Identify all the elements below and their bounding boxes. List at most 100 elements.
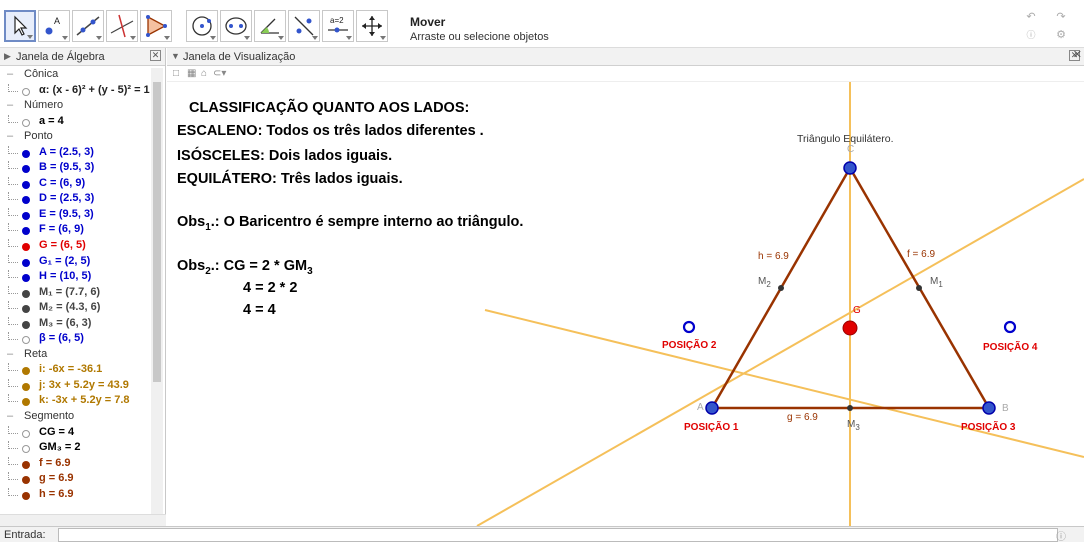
visibility-toggle-icon[interactable] xyxy=(22,258,30,267)
visibility-toggle-icon[interactable] xyxy=(22,196,30,205)
algebra-object-row[interactable]: G = (6, 5) xyxy=(0,239,150,255)
angle-tool-button[interactable] xyxy=(254,10,286,42)
heading-text[interactable]: CLASSIFICAÇÃO QUANTO AOS LADOS: xyxy=(189,100,469,116)
position-2-marker[interactable] xyxy=(682,320,696,334)
visibility-toggle-icon[interactable] xyxy=(22,476,30,485)
algebra-category[interactable]: Número xyxy=(0,99,150,115)
visibility-toggle-icon[interactable] xyxy=(22,289,30,298)
visibility-toggle-icon[interactable] xyxy=(22,227,30,236)
point-m2[interactable] xyxy=(778,285,784,291)
obs2-text[interactable]: Obs2.: CG = 2 * GM3 xyxy=(177,258,313,277)
home-icon[interactable]: ⌂ xyxy=(201,68,207,79)
visibility-toggle-icon[interactable] xyxy=(22,87,30,96)
visibility-toggle-icon[interactable] xyxy=(22,243,30,252)
equation-line-3[interactable]: 4 = 4 xyxy=(243,302,276,318)
redo-icon[interactable]: ↷ xyxy=(1052,8,1070,24)
visibility-toggle-icon[interactable] xyxy=(22,274,30,283)
algebra-object-row[interactable]: B = (9.5, 3) xyxy=(0,161,150,177)
grid-toggle-icon[interactable]: ▦ xyxy=(187,68,196,79)
algebra-object-row[interactable]: CG = 4 xyxy=(0,425,150,442)
help-icon[interactable]: ⓘ xyxy=(1022,26,1040,42)
scrollbar-thumb[interactable] xyxy=(153,82,161,382)
algebra-object-row[interactable]: i: -6x = -36.1 xyxy=(0,363,150,379)
obs1-text[interactable]: Obs1.: O Baricentro é sempre interno ao … xyxy=(177,214,523,233)
graphics-canvas[interactable] xyxy=(167,48,1084,526)
move-graphics-view-tool-button[interactable] xyxy=(356,10,388,42)
triangle-caption[interactable]: Triângulo Equilátero. xyxy=(797,133,894,145)
algebra-object-row[interactable]: A = (2.5, 3) xyxy=(0,145,150,162)
line-tool-button[interactable] xyxy=(72,10,104,42)
gear-icon[interactable]: ⚙ xyxy=(1052,26,1070,42)
polygon-tool-button[interactable] xyxy=(140,10,172,42)
algebra-object-row[interactable]: f = 6.9 xyxy=(0,456,150,473)
visibility-toggle-icon[interactable] xyxy=(22,445,30,454)
visibility-toggle-icon[interactable] xyxy=(22,305,30,314)
point-m3[interactable] xyxy=(847,405,853,411)
algebra-vertical-scrollbar[interactable] xyxy=(151,68,163,514)
algebra-object-row[interactable]: j: 3x + 5.2y = 43.9 xyxy=(0,378,150,395)
algebra-object-row[interactable]: α: (x - 6)² + (y - 5)² = 1 xyxy=(0,83,150,100)
line-k[interactable] xyxy=(484,309,1084,458)
point-c[interactable] xyxy=(843,161,857,175)
algebra-object-row[interactable]: D = (2.5, 3) xyxy=(0,192,150,208)
visibility-toggle-icon[interactable] xyxy=(22,429,30,438)
algebra-object-row[interactable]: g = 6.9 xyxy=(0,472,150,488)
collapse-arrow-icon[interactable]: ▼ xyxy=(171,51,180,61)
visibility-toggle-icon[interactable] xyxy=(22,149,30,158)
algebra-object-row[interactable]: H = (10, 5) xyxy=(0,270,150,286)
algebra-object-row[interactable]: β = (6, 5) xyxy=(0,332,150,348)
visibility-toggle-icon[interactable] xyxy=(22,336,30,345)
reflect-tool-button[interactable] xyxy=(288,10,320,42)
position-2-label[interactable]: POSIÇÃO 2 xyxy=(662,340,716,351)
visibility-toggle-icon[interactable] xyxy=(22,491,30,500)
point-m1[interactable] xyxy=(916,285,922,291)
visibility-toggle-icon[interactable] xyxy=(22,382,30,391)
slider-tool-button[interactable]: a=2 xyxy=(322,10,354,42)
visibility-toggle-icon[interactable] xyxy=(22,367,30,376)
isosceles-text[interactable]: ISÓSCELES: Dois lados iguais. xyxy=(177,148,392,164)
algebra-object-row[interactable]: E = (9.5, 3) xyxy=(0,207,150,224)
perpendicular-line-tool-button[interactable] xyxy=(106,10,138,42)
visibility-toggle-icon[interactable] xyxy=(22,165,30,174)
position-4-label[interactable]: POSIÇÃO 4 xyxy=(983,342,1037,353)
position-4-marker[interactable] xyxy=(1003,320,1017,334)
algebra-horizontal-scrollbar[interactable] xyxy=(0,514,166,526)
visibility-toggle-icon[interactable] xyxy=(22,118,30,127)
algebra-object-row[interactable]: GM₃ = 2 xyxy=(0,441,150,457)
algebra-object-row[interactable]: F = (6, 9) xyxy=(0,223,150,239)
algebra-category[interactable]: Cônica xyxy=(0,68,150,84)
algebra-object-row[interactable]: a = 4 xyxy=(0,114,150,131)
graphics-view[interactable]: ▼ Janela de Visualização ✕ □ ▦ ⌂ ⊂▾ CLAS… xyxy=(167,48,1084,526)
visibility-toggle-icon[interactable] xyxy=(22,320,30,329)
equilateral-text[interactable]: EQUILÁTERO: Três lados iguais. xyxy=(177,171,403,187)
scalene-text[interactable]: ESCALENO: Todos os três lados diferentes… xyxy=(177,123,484,139)
visibility-toggle-icon[interactable] xyxy=(22,211,30,220)
conic-tool-button[interactable] xyxy=(220,10,252,42)
equation-line-2[interactable]: 4 = 2 * 2 xyxy=(243,280,297,296)
move-tool-button[interactable] xyxy=(4,10,36,42)
algebra-object-row[interactable]: M₃ = (6, 3) xyxy=(0,316,150,333)
algebra-category[interactable]: Ponto xyxy=(0,130,150,146)
algebra-object-row[interactable]: M₁ = (7.7, 6) xyxy=(0,285,150,302)
algebra-category[interactable]: Segmento xyxy=(0,410,150,426)
algebra-category[interactable]: Reta xyxy=(0,348,150,364)
point-g-barycenter[interactable] xyxy=(842,320,858,336)
point-a[interactable] xyxy=(705,401,719,415)
position-3-label[interactable]: POSIÇÃO 3 xyxy=(961,422,1015,433)
position-1-label[interactable]: POSIÇÃO 1 xyxy=(684,422,738,433)
algebra-object-row[interactable]: h = 6.9 xyxy=(0,487,150,504)
algebra-object-row[interactable]: G₁ = (2, 5) xyxy=(0,254,150,271)
expand-arrow-icon[interactable]: ▶ xyxy=(4,51,11,62)
algebra-object-row[interactable]: C = (6, 9) xyxy=(0,176,150,193)
input-field[interactable] xyxy=(58,528,1058,542)
algebra-object-row[interactable]: k: -3x + 5.2y = 7.8 xyxy=(0,394,150,410)
close-icon[interactable]: ✕ xyxy=(150,50,161,61)
algebra-object-row[interactable]: M₂ = (4.3, 6) xyxy=(0,301,150,317)
undo-icon[interactable]: ↶ xyxy=(1022,8,1040,24)
point-tool-button[interactable]: A xyxy=(38,10,70,42)
visibility-toggle-icon[interactable] xyxy=(22,398,30,407)
input-help-icon[interactable]: ⓘ xyxy=(1056,528,1066,542)
axes-toggle-icon[interactable]: □ xyxy=(173,68,179,79)
visibility-toggle-icon[interactable] xyxy=(22,180,30,189)
visibility-toggle-icon[interactable] xyxy=(22,460,30,469)
